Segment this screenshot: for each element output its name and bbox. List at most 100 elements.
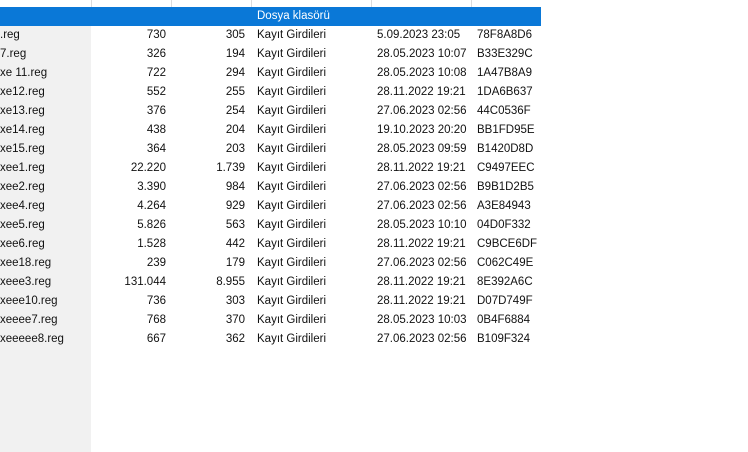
crc-value: 1A47B8A9	[477, 67, 532, 79]
crc-value: 1DA6B637	[477, 86, 533, 98]
table-row[interactable]: xe12.reg 552 255 Kayıt Girdileri 28.11.2022 …	[0, 83, 541, 102]
table-row[interactable]: xe13.reg 376 254 Kayıt Girdileri 27.06.2023 …	[0, 102, 541, 121]
file-type: Kayıt Girdileri	[257, 200, 327, 212]
packed-size: 442	[225, 238, 245, 250]
column-separator[interactable]	[171, 0, 172, 7]
column-separator[interactable]	[91, 0, 92, 7]
file-size: 326	[146, 48, 166, 60]
table-row[interactable]: xee1.reg 22.220 1.739 Kayıt Girdileri 28.11.…	[0, 159, 541, 178]
crc-value: B1420D8D	[477, 143, 534, 155]
file-type: Kayıt Girdileri	[257, 333, 327, 345]
folder-type-label: Dosya klasörü	[257, 10, 330, 22]
file-name: xeee3.reg	[0, 276, 52, 288]
file-size: 736	[146, 295, 166, 307]
file-name: .reg	[0, 29, 20, 41]
file-list: .reg 730 305 Kayıt Girdileri 5.09.2023 23:05…	[0, 26, 541, 349]
file-name: xe 11.reg	[0, 67, 48, 79]
modified-date: 28.05.2023 09:59	[377, 143, 467, 155]
file-size: 730	[146, 29, 166, 41]
file-name: xe13.reg	[0, 105, 45, 117]
table-row[interactable]: xee6.reg 1.528 442 Kayıt Girdileri 28.11.202…	[0, 235, 541, 254]
packed-size: 179	[225, 257, 245, 269]
modified-date: 19.10.2023 20:20	[377, 124, 467, 136]
file-size: 438	[146, 124, 166, 136]
file-type: Kayıt Girdileri	[257, 314, 327, 326]
file-name: xeeee7.reg	[0, 314, 58, 326]
modified-date: 27.06.2023 02:56	[377, 105, 467, 117]
file-type: Kayıt Girdileri	[257, 124, 327, 136]
file-name: xee5.reg	[0, 219, 45, 231]
table-row[interactable]: xee4.reg 4.264 929 Kayıt Girdileri 27.06.202…	[0, 197, 541, 216]
packed-size: 294	[225, 67, 245, 79]
file-type: Kayıt Girdileri	[257, 29, 327, 41]
table-row[interactable]: xeee10.reg 736 303 Kayıt Girdileri 28.11.202…	[0, 292, 541, 311]
crc-value: 8E392A6C	[477, 276, 533, 288]
crc-value: B109F324	[477, 333, 531, 345]
packed-size: 303	[225, 295, 245, 307]
column-separator[interactable]	[371, 0, 372, 7]
packed-size: 305	[225, 29, 245, 41]
packed-size: 362	[225, 333, 245, 345]
packed-size: 255	[225, 86, 245, 98]
file-size: 768	[146, 314, 166, 326]
modified-date: 28.05.2023 10:03	[377, 314, 467, 326]
packed-size: 203	[225, 143, 245, 155]
packed-size: 563	[225, 219, 245, 231]
file-size: 5.826	[137, 219, 166, 231]
file-name: xee18.reg	[0, 257, 52, 269]
modified-date: 28.11.2022 19:21	[377, 238, 466, 250]
selected-folder-row[interactable]: Dosya klasörü	[0, 7, 541, 26]
table-row[interactable]: xee2.reg 3.390 984 Kayıt Girdileri 27.06.202…	[0, 178, 541, 197]
table-row[interactable]: xee18.reg 239 179 Kayıt Girdileri 27.06.2023…	[0, 254, 541, 273]
table-row[interactable]: xe14.reg 438 204 Kayıt Girdileri 19.10.2023 …	[0, 121, 541, 140]
file-size: 239	[146, 257, 166, 269]
crc-value: 78F8A8D6	[477, 29, 532, 41]
packed-size: 929	[225, 200, 245, 212]
file-type: Kayıt Girdileri	[257, 86, 327, 98]
crc-value: B9B1D2B5	[477, 181, 534, 193]
table-row[interactable]: xe15.reg 364 203 Kayıt Girdileri 28.05.2023 …	[0, 140, 541, 159]
table-row[interactable]: xeeeee8.reg 667 362 Kayıt Girdileri 27.06.20…	[0, 330, 541, 349]
modified-date: 28.11.2022 19:21	[377, 295, 466, 307]
file-type: Kayıt Girdileri	[257, 143, 327, 155]
table-row[interactable]: xe 11.reg 722 294 Kayıt Girdileri 28.05.2023…	[0, 64, 541, 83]
file-type: Kayıt Girdileri	[257, 181, 327, 193]
table-row[interactable]: xee5.reg 5.826 563 Kayıt Girdileri 28.05.202…	[0, 216, 541, 235]
packed-size: 204	[225, 124, 245, 136]
table-row[interactable]: 7.reg 326 194 Kayıt Girdileri 28.05.2023 10:…	[0, 45, 541, 64]
file-type: Kayıt Girdileri	[257, 67, 327, 79]
packed-size: 984	[225, 181, 245, 193]
file-size: 667	[146, 333, 166, 345]
modified-date: 28.11.2022 19:21	[377, 162, 466, 174]
crc-value: A3E84943	[477, 200, 531, 212]
crc-value: C062C49E	[477, 257, 534, 269]
packed-size: 254	[225, 105, 245, 117]
crc-value: 44C0536F	[477, 105, 531, 117]
file-name: xee4.reg	[0, 200, 45, 212]
table-row[interactable]: .reg 730 305 Kayıt Girdileri 5.09.2023 23:05…	[0, 26, 541, 45]
file-name: xee2.reg	[0, 181, 45, 193]
crc-value: BB1FD95E	[477, 124, 535, 136]
file-name: xeee10.reg	[0, 295, 58, 307]
modified-date: 5.09.2023 23:05	[377, 29, 461, 41]
file-type: Kayıt Girdileri	[257, 295, 327, 307]
file-size: 3.390	[137, 181, 166, 193]
column-separator[interactable]	[251, 0, 252, 7]
file-type: Kayıt Girdileri	[257, 105, 327, 117]
file-name: 7.reg	[0, 48, 27, 60]
file-size: 376	[146, 105, 166, 117]
crc-value: B33E329C	[477, 48, 533, 60]
crc-value: D07D749F	[477, 295, 533, 307]
modified-date: 28.05.2023 10:08	[377, 67, 467, 79]
table-row[interactable]: xeee3.reg 131.044 8.955 Kayıt Girdileri 28.1…	[0, 273, 541, 292]
column-separator[interactable]	[471, 0, 472, 7]
file-name: xe12.reg	[0, 86, 45, 98]
file-type: Kayıt Girdileri	[257, 257, 327, 269]
file-size: 4.264	[137, 200, 166, 212]
file-size: 22.220	[130, 162, 166, 174]
file-type: Kayıt Girdileri	[257, 219, 327, 231]
file-type: Kayıt Girdileri	[257, 48, 327, 60]
packed-size: 1.739	[216, 162, 245, 174]
crc-value: 04D0F332	[477, 219, 531, 231]
table-row[interactable]: xeeee7.reg 768 370 Kayıt Girdileri 28.05.202…	[0, 311, 541, 330]
